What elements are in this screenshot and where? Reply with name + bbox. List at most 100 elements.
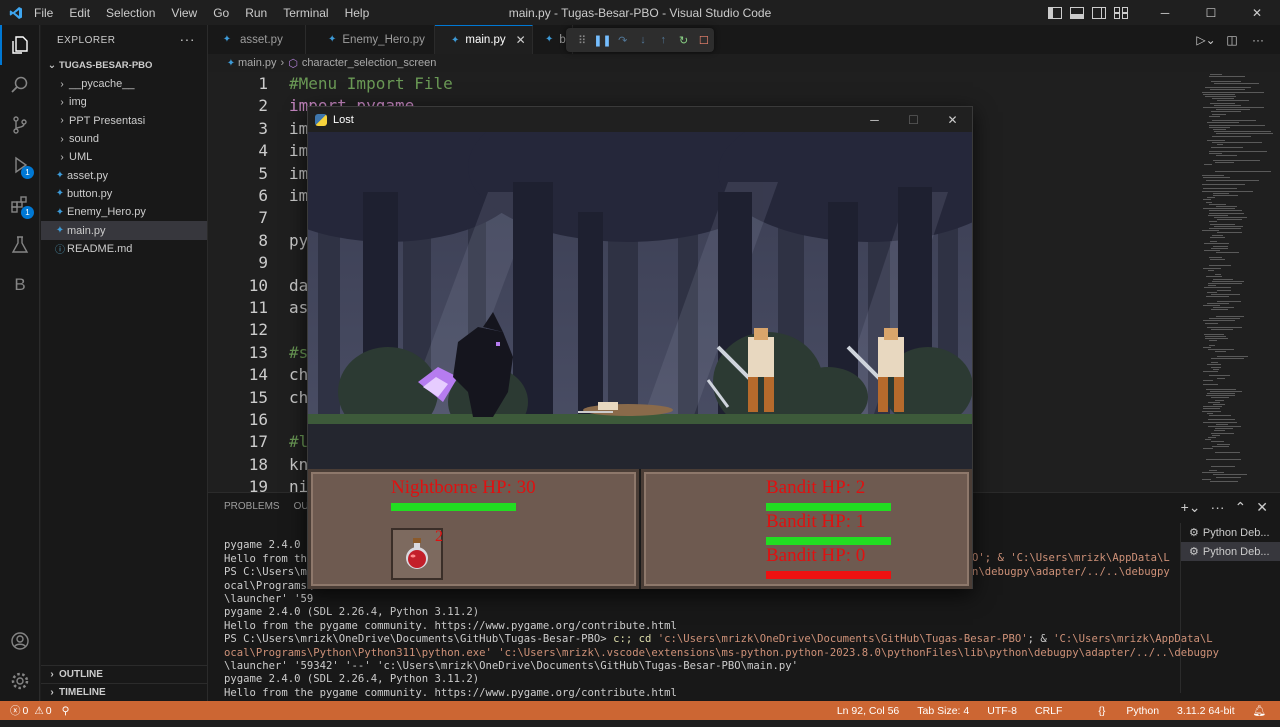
breadcrumb-file[interactable]: main.py: [238, 57, 277, 69]
tree-item-label: Enemy_Hero.py: [67, 206, 146, 219]
maximize-panel-icon[interactable]: ⌃: [1235, 499, 1247, 516]
b-extension-icon[interactable]: B: [0, 265, 40, 305]
line-number: 10: [248, 275, 268, 295]
chevron-right-icon: ›: [60, 115, 64, 127]
tree-folder-sound[interactable]: › sound: [41, 130, 207, 148]
account-icon[interactable]: [0, 621, 40, 661]
run-debug-dropdown-icon[interactable]: ▷⌄: [1196, 33, 1216, 47]
python-file-icon: ✦: [328, 34, 337, 45]
toggle-primary-sidebar-icon[interactable]: [1044, 0, 1066, 25]
minimap-line: [1217, 144, 1223, 146]
step-out-icon[interactable]: ↑: [653, 34, 673, 46]
debug-status-icon[interactable]: ⚲: [62, 705, 70, 717]
menu-help[interactable]: Help: [337, 6, 378, 20]
outline-section[interactable]: › OUTLINE: [41, 665, 208, 683]
python-interpreter[interactable]: 3.11.2 64-bit: [1177, 705, 1235, 717]
python-file-icon: ✦: [226, 57, 236, 69]
run-debug-icon[interactable]: 1: [0, 145, 40, 185]
warnings-count[interactable]: 0: [46, 705, 52, 717]
drag-handle-icon[interactable]: ⠿: [572, 34, 592, 47]
encoding[interactable]: UTF-8: [987, 705, 1017, 717]
restart-icon[interactable]: ↻: [673, 34, 693, 47]
minimap[interactable]: [1198, 72, 1280, 492]
step-into-icon[interactable]: ↓: [633, 34, 653, 46]
game-title-bar: Lost ─ ☐ ✕: [308, 107, 972, 132]
tree-folder-uml[interactable]: › UML: [41, 148, 207, 166]
tab-main[interactable]: ✦ main.py ✕: [435, 25, 533, 54]
search-icon[interactable]: [0, 65, 40, 105]
pause-icon[interactable]: ❚❚: [592, 34, 612, 47]
minimap-line: [1203, 107, 1264, 108]
warnings-icon[interactable]: ⚠: [34, 705, 43, 717]
close-tab-icon[interactable]: ✕: [516, 33, 526, 47]
close-panel-icon[interactable]: ✕: [1256, 499, 1268, 516]
tree-folder-img[interactable]: › img: [41, 93, 207, 111]
step-over-icon[interactable]: ↷: [613, 34, 633, 47]
editor-actions: ▷⌄ ◫ ···: [1190, 25, 1268, 54]
end-of-line[interactable]: CRLF: [1035, 705, 1062, 717]
game-maximize-icon[interactable]: ☐: [894, 107, 933, 132]
menu-view[interactable]: View: [163, 6, 205, 20]
python-file-icon: ✦: [451, 34, 460, 46]
explorer-icon[interactable]: [0, 25, 40, 65]
tree-folder-pycache[interactable]: › __pycache__: [41, 75, 207, 93]
minimap-line: [1211, 294, 1240, 295]
tree-file-asset[interactable]: ✦ asset.py: [41, 166, 207, 184]
cursor-position[interactable]: Ln 92, Col 56: [837, 705, 899, 717]
extensions-icon[interactable]: 1: [0, 185, 40, 225]
more-actions-icon[interactable]: ···: [1248, 33, 1268, 47]
toggle-secondary-sidebar-icon[interactable]: [1088, 0, 1110, 25]
menu-run[interactable]: Run: [237, 6, 275, 20]
toggle-panel-icon[interactable]: [1066, 0, 1088, 25]
testing-icon[interactable]: [0, 225, 40, 265]
menu-go[interactable]: Go: [205, 6, 237, 20]
more-actions-icon[interactable]: ···: [1211, 499, 1225, 516]
stop-icon[interactable]: ☐: [694, 34, 714, 47]
language-mode[interactable]: {} Python: [1080, 705, 1159, 717]
manage-gear-icon[interactable]: [0, 661, 40, 701]
title-bar: File Edit Selection View Go Run Terminal…: [0, 0, 1280, 25]
menu-edit[interactable]: Edit: [61, 6, 98, 20]
new-terminal-icon[interactable]: +⌄: [1181, 499, 1201, 516]
source-control-icon[interactable]: [0, 105, 40, 145]
tree-folder-ppt[interactable]: › PPT Presentasi: [41, 112, 207, 130]
split-editor-icon[interactable]: ◫: [1222, 33, 1242, 47]
code-line: #s: [289, 342, 309, 362]
more-actions-icon[interactable]: ···: [180, 31, 196, 47]
close-window-icon[interactable]: ✕: [1234, 0, 1280, 25]
tree-file-readme[interactable]: ⓘ README.md: [41, 240, 207, 258]
line-number: 12: [248, 320, 268, 340]
game-close-icon[interactable]: ✕: [933, 107, 972, 132]
tab-asset[interactable]: ✦ asset.py: [208, 25, 306, 54]
menu-file[interactable]: File: [26, 6, 61, 20]
potion-button[interactable]: 2: [391, 528, 443, 580]
bell-icon[interactable]: 🔔︎: [1253, 704, 1266, 717]
maximize-icon[interactable]: ☐: [1188, 0, 1234, 25]
errors-icon[interactable]: ⓧ: [10, 703, 21, 718]
minimap-line: [1216, 155, 1237, 157]
terminal-line: Hello from the pygame community. https:/…: [224, 686, 677, 699]
minimize-icon[interactable]: ─: [1142, 0, 1188, 25]
tab-size[interactable]: Tab Size: 4: [917, 705, 969, 717]
customize-layout-icon[interactable]: [1110, 0, 1132, 25]
minimap-line: [1217, 443, 1230, 445]
terminal-instance[interactable]: ⚙ Python Deb...: [1181, 523, 1280, 542]
minimap-line: [1210, 390, 1242, 392]
braces-icon: {}: [1098, 704, 1106, 717]
minimap-line: [1213, 368, 1219, 370]
menu-terminal[interactable]: Terminal: [275, 6, 336, 20]
terminal-instance[interactable]: ⚙ Python Deb...: [1181, 542, 1280, 561]
tab-problems[interactable]: PROBLEMS: [224, 501, 280, 512]
menu-selection[interactable]: Selection: [98, 6, 163, 20]
tree-file-main[interactable]: ✦ main.py: [41, 221, 207, 240]
tab-enemy-hero[interactable]: ✦ Enemy_Hero.py: [306, 25, 435, 54]
errors-count[interactable]: 0: [23, 705, 29, 717]
tree-file-button[interactable]: ✦ button.py: [41, 185, 207, 203]
tree-file-enemy-hero[interactable]: ✦ Enemy_Hero.py: [41, 203, 207, 221]
timeline-section[interactable]: › TIMELINE: [41, 683, 208, 701]
workspace-root[interactable]: ⌄ TUGAS-BESAR-PBO: [41, 55, 207, 75]
minimap-line: [1206, 388, 1236, 390]
breadcrumb-symbol[interactable]: character_selection_screen: [302, 57, 437, 69]
game-minimize-icon[interactable]: ─: [855, 107, 894, 132]
minimap-line: [1213, 307, 1234, 309]
